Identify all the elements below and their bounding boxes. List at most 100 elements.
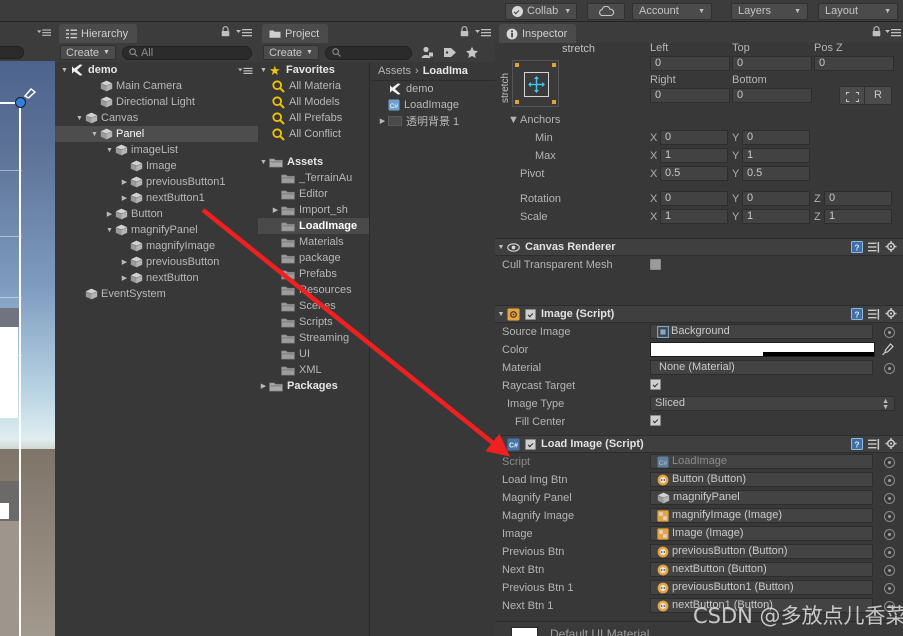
scale-z-field[interactable]: 1 [824, 209, 892, 224]
hierarchy-item-directional-light[interactable]: ▶ Directional Light [55, 94, 258, 110]
avatar-filter-icon[interactable] [420, 46, 435, 59]
help-icon[interactable]: ? [851, 438, 863, 450]
project-contents-list[interactable]: ▶demo▶C#LoadImage▶透明背景 1 [371, 81, 495, 129]
project-folder-ui[interactable]: ▶ UI [258, 346, 369, 362]
cull-transparent-mesh-checkbox[interactable] [650, 259, 661, 270]
scene-search-bar[interactable] [0, 43, 55, 61]
rotation-z-field[interactable]: 0 [824, 191, 892, 206]
canvas-renderer-header[interactable]: ▼ Canvas Renderer ? [495, 238, 903, 256]
help-icon[interactable]: ? [851, 241, 863, 253]
eyedropper-icon[interactable] [881, 343, 894, 359]
anchor-max-x-field[interactable]: 1 [660, 148, 728, 163]
preset-icon[interactable] [868, 438, 880, 450]
blueprint-mode-button[interactable] [839, 86, 865, 105]
object-picker-icon[interactable] [884, 363, 895, 374]
lock-icon[interactable] [221, 26, 230, 37]
project-favorite-all-conflict[interactable]: All Conflict [258, 126, 369, 142]
hierarchy-item-previousbutton1[interactable]: ▶ previousButton1 [55, 174, 258, 190]
foldout-arrow-icon[interactable]: ▶ [119, 258, 130, 266]
project-favorite-all-materia[interactable]: All Materia [258, 78, 369, 94]
hierarchy-item-magnifyimage[interactable]: ▶ magnifyImage [55, 238, 258, 254]
project-tree[interactable]: ▼ ★ Favorites All Materia All Models All Pref… [258, 62, 370, 636]
panel-menu-icon[interactable] [885, 28, 901, 37]
scale-y-field[interactable]: 1 [742, 209, 810, 224]
project-contents-pane[interactable]: Assets › LoadIma ▶demo▶C#LoadImage▶透明背景 … [371, 62, 495, 636]
object-reference-field[interactable]: Image (Image) [650, 526, 873, 541]
object-reference-field[interactable]: magnifyImage (Image) [650, 508, 873, 523]
project-folder-package[interactable]: ▶ package [258, 250, 369, 266]
breadcrumb-root[interactable]: Assets [378, 65, 411, 77]
raw-edit-button[interactable]: R [865, 86, 892, 105]
foldout-arrow-icon[interactable]: ▼ [59, 67, 70, 74]
scale-x-field[interactable]: 1 [660, 209, 728, 224]
foldout-arrow-icon[interactable]: ▶ [104, 210, 115, 218]
property-checkbox[interactable] [650, 415, 661, 426]
hierarchy-item-eventsystem[interactable]: ▶ EventSystem [55, 286, 258, 302]
object-picker-icon[interactable] [884, 327, 895, 338]
project-folder-loadimage[interactable]: ▶ LoadImage [258, 218, 369, 234]
hierarchy-item-canvas[interactable]: ▼ Canvas [55, 110, 258, 126]
object-picker-icon[interactable] [884, 493, 895, 504]
project-folder-streaming[interactable]: ▶ Streaming [258, 330, 369, 346]
right-field[interactable]: 0 [650, 88, 730, 103]
foldout-arrow-icon[interactable]: ▶ [258, 382, 269, 390]
project-folder-materials[interactable]: ▶ Materials [258, 234, 369, 250]
help-icon[interactable]: ? [851, 308, 863, 320]
project-group-assets[interactable]: ▼ Assets [258, 154, 369, 170]
project-folder-prefabs[interactable]: ▶ Prefabs [258, 266, 369, 282]
lock-icon[interactable] [460, 26, 469, 37]
anchor-max-y-field[interactable]: 1 [742, 148, 810, 163]
hierarchy-item-panel[interactable]: ▼ Panel [55, 126, 258, 142]
lock-icon[interactable] [872, 26, 881, 37]
collab-button[interactable]: Collab ▼ [505, 3, 577, 20]
rotation-y-field[interactable]: 0 [742, 191, 810, 206]
project-folder--terrainau[interactable]: ▶ _TerrainAu [258, 170, 369, 186]
hierarchy-item-image[interactable]: ▶ Image [55, 158, 258, 174]
breadcrumb-current[interactable]: LoadIma [423, 65, 468, 77]
object-reference-field[interactable]: Background [650, 324, 873, 339]
preset-icon[interactable] [868, 241, 880, 253]
account-button[interactable]: Account ▼ [632, 3, 712, 20]
hierarchy-item-nextbutton1[interactable]: ▶ nextButton1 [55, 190, 258, 206]
gear-icon[interactable] [885, 241, 898, 253]
object-picker-icon[interactable] [884, 511, 895, 522]
hierarchy-search-input[interactable]: All [121, 45, 252, 60]
object-picker-icon[interactable] [884, 529, 895, 540]
panel-menu-icon[interactable] [236, 28, 252, 37]
project-asset-LoadImage[interactable]: ▶C# LoadImage [371, 97, 495, 113]
preset-icon[interactable] [868, 308, 880, 320]
project-group-favorites[interactable]: ▼ ★ Favorites [258, 62, 369, 78]
foldout-arrow-icon[interactable]: ▼ [258, 67, 269, 74]
object-reference-field[interactable]: Button (Button) [650, 472, 873, 487]
object-reference-field[interactable]: C# LoadImage [650, 454, 873, 469]
object-reference-field[interactable]: previousButton (Button) [650, 544, 873, 559]
project-asset-透明背景-1[interactable]: ▶ 透明背景 1 [371, 113, 495, 129]
hierarchy-tree[interactable]: ▼demo▶Main Camera▶Directional Light▼Canv… [55, 62, 258, 636]
favorite-star-icon[interactable] [465, 46, 479, 59]
foldout-arrow-icon[interactable]: ▼ [104, 147, 115, 154]
object-picker-icon[interactable] [884, 547, 895, 558]
material-preview-thumbnail[interactable] [511, 627, 538, 636]
foldout-arrow-icon[interactable]: ▼ [495, 244, 507, 251]
property-checkbox[interactable] [650, 379, 661, 390]
project-favorite-all-prefabs[interactable]: All Prefabs [258, 110, 369, 126]
hierarchy-item-nextbutton[interactable]: ▶ nextButton [55, 270, 258, 286]
label-tag-icon[interactable] [443, 46, 457, 59]
color-swatch-field[interactable] [650, 342, 875, 357]
anchor-min-y-field[interactable]: 0 [742, 130, 810, 145]
project-folder-import-sh[interactable]: ▶ Import_sh [258, 202, 369, 218]
object-picker-icon[interactable] [884, 565, 895, 576]
scene-search-input[interactable] [0, 46, 24, 59]
hierarchy-create-button[interactable]: Create ▼ [60, 45, 116, 60]
hierarchy-item-button[interactable]: ▶ Button [55, 206, 258, 222]
project-asset-demo[interactable]: ▶ demo [371, 81, 495, 97]
object-reference-field[interactable]: previousButton1 (Button) [650, 580, 873, 595]
foldout-arrow-icon[interactable]: ▶ [270, 206, 281, 214]
project-group-packages[interactable]: ▶ Packages [258, 378, 369, 394]
cloud-button[interactable] [587, 3, 625, 20]
object-reference-field[interactable]: nextButton (Button) [650, 562, 873, 577]
image-script-enabled-checkbox[interactable] [525, 308, 536, 320]
property-dropdown[interactable]: Sliced ▲ ▼ [650, 396, 895, 411]
hierarchy-item-main-camera[interactable]: ▶ Main Camera [55, 78, 258, 94]
anchors-foldout-arrow[interactable]: ▼ [508, 111, 519, 129]
